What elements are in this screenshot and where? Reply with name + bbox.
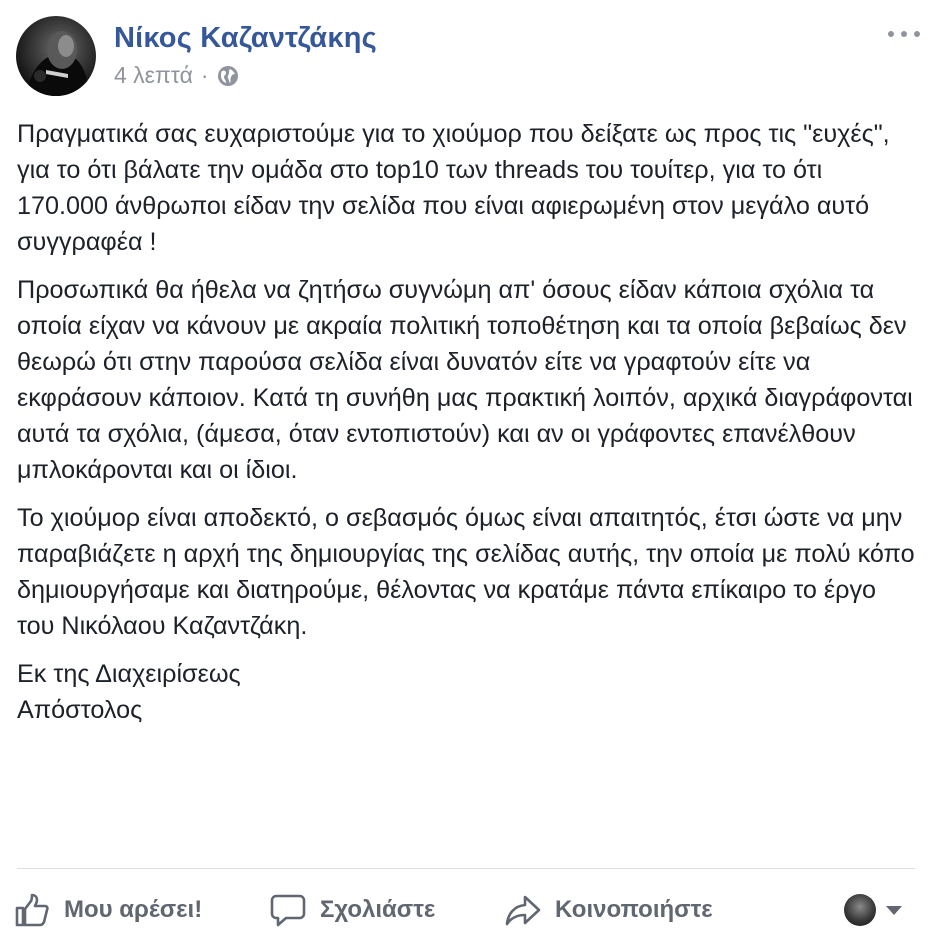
author-name[interactable]: Νίκος Καζαντζάκης bbox=[114, 22, 377, 55]
action-bar: Μου αρέσει! Σχολιάστε Κοινοποιήστε bbox=[0, 880, 942, 940]
more-dot bbox=[888, 31, 894, 37]
post-paragraph: Πραγματικά σας ευχαριστούμε για το χιούμ… bbox=[17, 120, 890, 256]
share-arrow-icon bbox=[505, 895, 541, 926]
post-as-selector[interactable] bbox=[844, 894, 902, 926]
post-meta: 4 λεπτά · bbox=[114, 62, 239, 89]
post-paragraph: Το χιούμορ είναι αποδεκτό, ο σεβασμός όμ… bbox=[17, 504, 915, 640]
signature-name: Απόστολος bbox=[17, 696, 143, 724]
author-avatar[interactable] bbox=[16, 16, 96, 96]
comment-label: Σχολιάστε bbox=[320, 896, 436, 923]
divider bbox=[17, 868, 915, 869]
meta-separator: · bbox=[200, 62, 209, 88]
globe-icon[interactable] bbox=[217, 65, 239, 87]
signature-line: Εκ της Διαχειρίσεως bbox=[17, 660, 241, 688]
comment-button[interactable]: Σχολιάστε bbox=[270, 892, 435, 928]
like-button[interactable]: Μου αρέσει! bbox=[14, 892, 202, 928]
post-paragraph: Προσωπικά θα ήθελα να ζητήσω συγνώμη απ'… bbox=[17, 276, 913, 484]
facebook-post: Νίκος Καζαντζάκης 4 λεπτά · Πραγματικά σ… bbox=[0, 0, 942, 940]
share-button[interactable]: Κοινοποιήστε bbox=[505, 892, 713, 928]
more-dot bbox=[901, 31, 907, 37]
more-icon[interactable] bbox=[888, 22, 920, 46]
share-label: Κοινοποιήστε bbox=[555, 896, 713, 923]
comment-bubble-icon bbox=[270, 894, 306, 927]
chevron-down-icon bbox=[886, 905, 902, 915]
viewer-avatar bbox=[844, 894, 876, 926]
more-dot bbox=[914, 31, 920, 37]
timestamp[interactable]: 4 λεπτά bbox=[114, 62, 193, 89]
like-label: Μου αρέσει! bbox=[64, 896, 203, 923]
thumbs-up-icon bbox=[15, 893, 49, 927]
post-content: Πραγματικά σας ευχαριστούμε για το χιούμ… bbox=[17, 116, 917, 728]
